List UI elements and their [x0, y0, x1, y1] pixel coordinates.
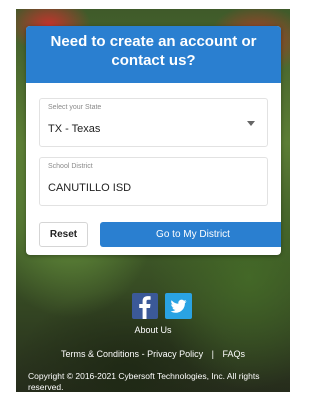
reset-button[interactable]: Reset — [39, 222, 88, 247]
facebook-icon[interactable] — [132, 293, 158, 319]
faqs-link[interactable]: FAQs — [222, 349, 245, 359]
about-us-link[interactable]: About Us — [16, 325, 290, 335]
state-select-label: Select your State — [48, 104, 102, 111]
signup-card: Need to create an account or contact us?… — [26, 26, 281, 255]
card-heading: Need to create an account or contact us? — [26, 26, 281, 83]
copyright-text: Copyright © 2016-2021 Cybersoft Technolo… — [28, 371, 260, 392]
go-to-district-button[interactable]: Go to My District — [100, 222, 281, 247]
terms-link[interactable]: Terms & Conditions — [61, 349, 139, 359]
twitter-icon[interactable] — [165, 293, 192, 319]
privacy-policy-link[interactable]: Privacy Policy — [147, 349, 203, 359]
app-screen: Need to create an account or contact us?… — [16, 9, 290, 392]
chevron-down-icon[interactable] — [247, 121, 255, 126]
state-select[interactable]: Select your State TX - Texas — [39, 98, 268, 147]
school-district-field[interactable]: School District CANUTILLO ISD — [39, 157, 268, 206]
school-district-label: School District — [48, 163, 93, 170]
links-dash: - — [141, 349, 145, 359]
footer-links: Terms & Conditions - Privacy Policy | FA… — [16, 349, 290, 359]
links-divider: | — [211, 349, 214, 359]
school-district-value[interactable]: CANUTILLO ISD — [48, 182, 131, 194]
form-actions: Reset Go to My District — [39, 222, 281, 249]
state-select-value: TX - Texas — [48, 123, 101, 135]
social-links — [132, 293, 192, 319]
